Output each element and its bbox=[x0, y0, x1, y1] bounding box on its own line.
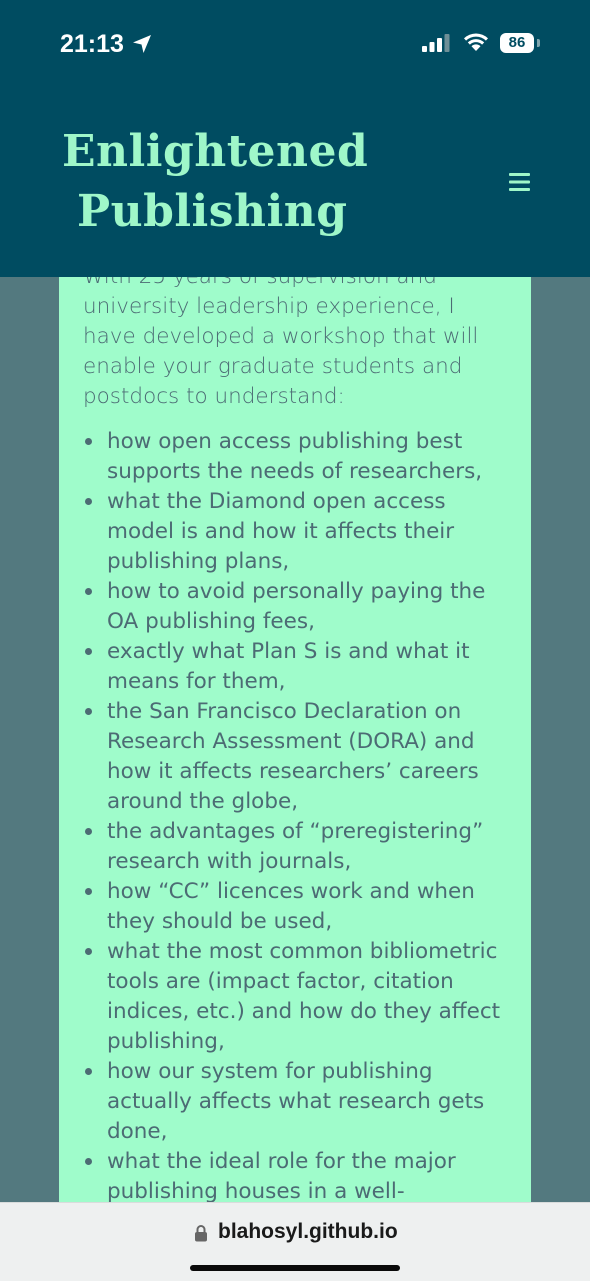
workshop-topics-list: how open access publishing best supports… bbox=[83, 427, 513, 1267]
battery-tip bbox=[537, 39, 540, 47]
lock-icon bbox=[195, 1225, 207, 1242]
location-arrow-icon bbox=[133, 35, 151, 53]
list-item: the San Francisco Declaration on Researc… bbox=[83, 697, 513, 817]
battery-icon: 86 bbox=[500, 33, 534, 53]
list-item: how to avoid personally paying the OA pu… bbox=[83, 577, 513, 637]
site-title-line-1: Enlightened bbox=[62, 126, 369, 177]
cellular-signal-icon bbox=[422, 34, 450, 52]
intro-paragraph: With 25 years of supervision and univers… bbox=[83, 264, 479, 409]
list-item: what the Diamond open access model is an… bbox=[83, 487, 513, 577]
site-title[interactable]: Enlightened Publishing bbox=[62, 122, 368, 242]
site-title-line-2: Publishing bbox=[77, 186, 348, 237]
list-item: exactly what Plan S is and what it means… bbox=[83, 637, 513, 697]
list-item: how open access publishing best supports… bbox=[83, 427, 513, 487]
list-item: what the most common bibliometric tools … bbox=[83, 937, 513, 1057]
list-item: the advantages of “preregistering” resea… bbox=[83, 817, 513, 877]
home-indicator bbox=[190, 1265, 400, 1271]
list-item: how “CC” licences work and when they sho… bbox=[83, 877, 513, 937]
wifi-icon bbox=[464, 33, 488, 51]
site-header: 21:13 86 Enlightened Publishing bbox=[0, 0, 590, 277]
browser-url-bar[interactable]: blahosyl.github.io bbox=[0, 1202, 590, 1281]
list-item: how our system for publishing actually a… bbox=[83, 1057, 513, 1147]
status-time: 21:13 bbox=[60, 30, 124, 58]
hamburger-menu-icon[interactable] bbox=[507, 171, 533, 193]
url-text[interactable]: blahosyl.github.io bbox=[218, 1220, 398, 1244]
